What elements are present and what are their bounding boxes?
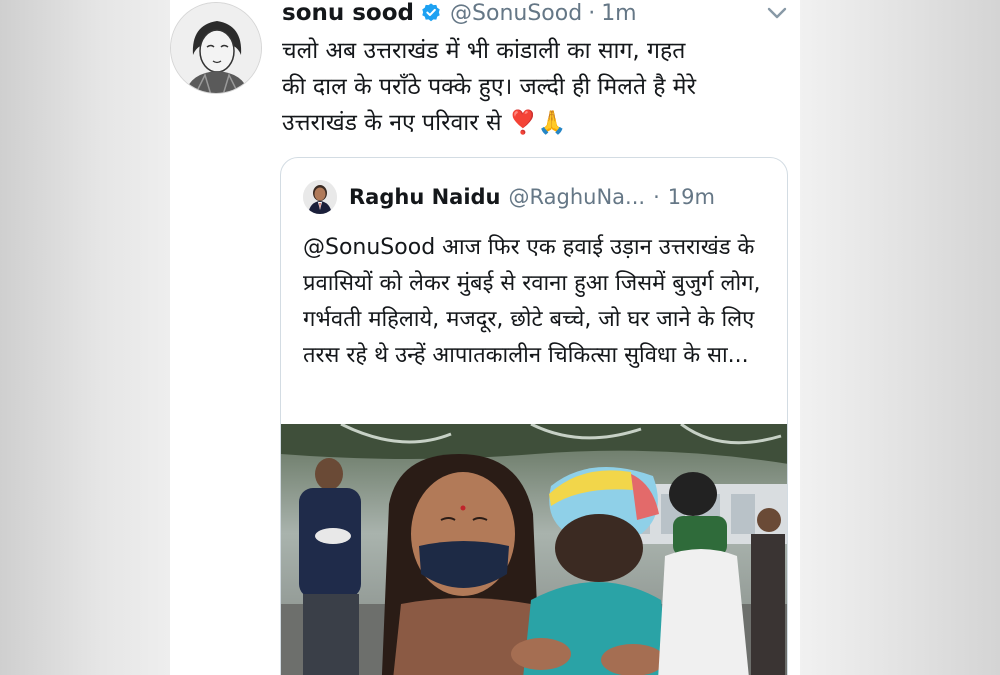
quoted-author-name[interactable]: Raghu Naidu — [349, 185, 501, 209]
quoted-separator-dot: · — [653, 185, 660, 209]
author-name[interactable]: sonu sood — [282, 0, 414, 26]
quoted-media-image[interactable] — [281, 424, 787, 675]
tweet-text: चलो अब उत्तराखंड में भी कांडाली का साग, … — [282, 38, 696, 136]
avatar[interactable] — [170, 2, 262, 94]
tweet-emojis: ❣️🙏 — [508, 110, 567, 136]
timestamp[interactable]: 1m — [601, 1, 636, 26]
chevron-down-icon[interactable] — [766, 4, 788, 22]
quoted-tweet[interactable]: Raghu Naidu @RaghuNa... · 19m @SonuSood … — [280, 157, 788, 675]
author-handle[interactable]: @SonuSood — [450, 1, 582, 26]
quoted-avatar[interactable] — [303, 180, 337, 214]
tweet-card[interactable]: sonu sood @SonuSood · 1m चलो अब उत्तराखं… — [170, 0, 800, 675]
quoted-header: Raghu Naidu @RaghuNa... · 19m — [349, 178, 715, 216]
background-right — [800, 0, 1000, 675]
tweet-header: sonu sood @SonuSood · 1m — [282, 0, 637, 30]
quoted-timestamp[interactable]: 19m — [668, 185, 715, 209]
background-left — [0, 0, 170, 675]
verified-badge-icon — [422, 3, 440, 22]
quoted-tweet-text: @SonuSood आज फिर एक हवाई उड़ान उत्तराखंड… — [303, 235, 761, 368]
separator-dot: · — [588, 0, 596, 26]
tweet-body: चलो अब उत्तराखंड में भी कांडाली का साग, … — [282, 33, 782, 141]
quoted-author-handle[interactable]: @RaghuNa... — [509, 185, 646, 209]
